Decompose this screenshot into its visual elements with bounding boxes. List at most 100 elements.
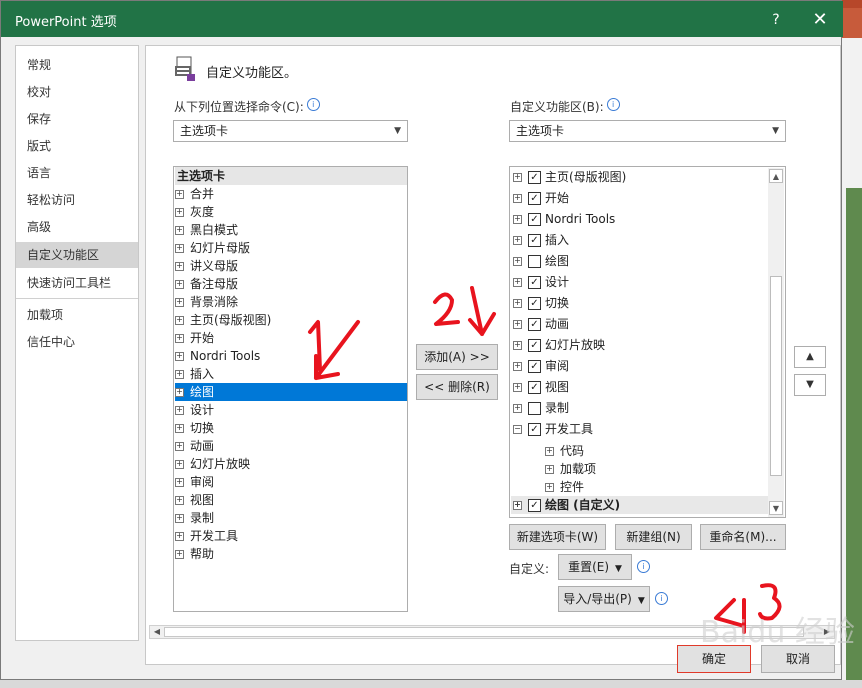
tree-item[interactable]: + ✓ 设计	[513, 273, 569, 291]
list-item[interactable]: + 开始	[175, 329, 214, 347]
checkbox[interactable]: ✓	[528, 423, 541, 436]
expand-icon[interactable]: +	[545, 483, 554, 492]
expand-icon[interactable]: +	[175, 424, 184, 433]
expand-icon[interactable]: +	[513, 320, 522, 329]
expand-icon[interactable]: +	[175, 532, 184, 541]
close-button[interactable]: ✕	[807, 7, 833, 33]
ribbon-tree[interactable]: + ✓ 主页(母版视图) + ✓ 开始 + ✓ Nordri Tools + ✓ 插入 + 绘图 …	[509, 166, 786, 518]
tree-item[interactable]: + ✓ 开始	[513, 189, 569, 207]
expand-icon[interactable]: +	[513, 215, 522, 224]
expand-icon[interactable]: +	[175, 262, 184, 271]
expand-icon[interactable]: +	[545, 465, 554, 474]
expand-icon[interactable]: +	[175, 406, 184, 415]
horizontal-scrollbar[interactable]: ◀ ▶	[149, 625, 835, 639]
checkbox[interactable]: ✓	[528, 339, 541, 352]
list-item[interactable]: + 背景消除	[175, 293, 238, 311]
tree-subitem[interactable]: + 代码	[545, 442, 584, 460]
sidebar-item-layout[interactable]: 版式	[16, 133, 138, 159]
expand-icon[interactable]: +	[175, 514, 184, 523]
add-button[interactable]: 添加(A) >>	[416, 344, 498, 370]
list-item[interactable]: + 帮助	[175, 545, 214, 563]
list-item[interactable]: + 合并	[175, 185, 214, 203]
expand-icon[interactable]: +	[513, 362, 522, 371]
scroll-right-icon[interactable]: ▶	[821, 626, 833, 638]
checkbox[interactable]: ✓	[528, 171, 541, 184]
list-item[interactable]: + 审阅	[175, 473, 214, 491]
scroll-left-icon[interactable]: ◀	[151, 626, 163, 638]
expand-icon[interactable]: +	[513, 299, 522, 308]
expand-icon[interactable]: +	[175, 352, 184, 361]
list-item[interactable]: + 录制	[175, 509, 214, 527]
expand-icon[interactable]: +	[175, 550, 184, 559]
list-item[interactable]: + 黑白模式	[175, 221, 238, 239]
list-item[interactable]: + 备注母版	[175, 275, 238, 293]
tree-item[interactable]: + ✓ 主页(母版视图)	[513, 168, 626, 186]
expand-icon[interactable]: +	[175, 334, 184, 343]
import-export-button[interactable]: 导入/导出(P) ▼	[558, 586, 650, 612]
remove-button[interactable]: << 删除(R)	[416, 374, 498, 400]
expand-icon[interactable]: +	[175, 442, 184, 451]
expand-icon[interactable]: +	[175, 244, 184, 253]
list-item[interactable]: + 主页(母版视图)	[175, 311, 271, 329]
list-item[interactable]: + Nordri Tools	[175, 347, 260, 365]
rename-button[interactable]: 重命名(M)...	[700, 524, 786, 550]
expand-icon[interactable]: +	[513, 404, 522, 413]
checkbox[interactable]: ✓	[528, 276, 541, 289]
tree-item[interactable]: + 绘图	[513, 252, 569, 270]
tree-scrollbar[interactable]: ▲ ▼	[768, 168, 784, 517]
list-item[interactable]: + 插入	[175, 365, 214, 383]
checkbox[interactable]	[528, 402, 541, 415]
list-item[interactable]: + 讲义母版	[175, 257, 238, 275]
tree-item[interactable]: + ✓ 切换	[513, 294, 569, 312]
reset-button[interactable]: 重置(E) ▼	[558, 554, 632, 580]
expand-icon[interactable]: +	[513, 194, 522, 203]
expand-icon[interactable]: +	[175, 478, 184, 487]
list-item[interactable]: + 动画	[175, 437, 214, 455]
tree-subitem[interactable]: + 加载项	[545, 460, 596, 478]
expand-icon[interactable]: +	[513, 173, 522, 182]
expand-icon[interactable]: +	[175, 370, 184, 379]
checkbox[interactable]: ✓	[528, 499, 541, 512]
list-item[interactable]: + 开发工具	[175, 527, 238, 545]
tree-item[interactable]: + ✓ 视图	[513, 378, 569, 396]
tree-item[interactable]: − ✓ 开发工具	[513, 420, 593, 438]
scroll-thumb[interactable]	[164, 627, 804, 637]
new-group-button[interactable]: 新建组(N)	[615, 524, 692, 550]
expand-icon[interactable]: +	[175, 190, 184, 199]
checkbox[interactable]: ✓	[528, 297, 541, 310]
choose-commands-dropdown[interactable]: 主选项卡 ▼	[173, 120, 408, 142]
collapse-icon[interactable]: −	[513, 425, 522, 434]
scroll-down-icon[interactable]: ▼	[769, 501, 783, 515]
tree-item[interactable]: + ✓ 审阅	[513, 357, 569, 375]
scroll-thumb[interactable]	[770, 276, 782, 476]
sidebar-item-accessibility[interactable]: 轻松访问	[16, 187, 138, 213]
sidebar-item-trust-center[interactable]: 信任中心	[16, 329, 138, 355]
tree-subitem[interactable]: + 控件	[545, 478, 584, 496]
list-item-selected[interactable]: + 绘图	[175, 383, 407, 401]
checkbox[interactable]: ✓	[528, 192, 541, 205]
sidebar-item-general[interactable]: 常规	[16, 52, 138, 78]
expand-icon[interactable]: +	[513, 383, 522, 392]
expand-icon[interactable]: +	[175, 208, 184, 217]
sidebar-item-customize-ribbon[interactable]: 自定义功能区	[16, 242, 138, 268]
commands-list[interactable]: 主选项卡 + 合并 + 灰度 + 黑白模式 + 幻灯片母版 + 讲义母版 + 备注母版 + 背…	[173, 166, 408, 612]
checkbox[interactable]: ✓	[528, 213, 541, 226]
ok-button[interactable]: 确定	[677, 645, 751, 673]
expand-icon[interactable]: +	[545, 447, 554, 456]
checkbox[interactable]: ✓	[528, 381, 541, 394]
expand-icon[interactable]: +	[175, 388, 184, 397]
expand-icon[interactable]: +	[513, 257, 522, 266]
cancel-button[interactable]: 取消	[761, 645, 835, 673]
expand-icon[interactable]: +	[175, 316, 184, 325]
new-tab-button[interactable]: 新建选项卡(W)	[509, 524, 606, 550]
expand-icon[interactable]: +	[513, 278, 522, 287]
expand-icon[interactable]: +	[175, 298, 184, 307]
tree-item[interactable]: + ✓ 动画	[513, 315, 569, 333]
sidebar-item-advanced[interactable]: 高级	[16, 214, 138, 240]
expand-icon[interactable]: +	[175, 460, 184, 469]
tree-item[interactable]: + ✓ Nordri Tools	[513, 210, 615, 228]
tree-item-highlighted[interactable]: + ✓ 绘图 (自定义)	[511, 496, 769, 514]
list-item[interactable]: + 切换	[175, 419, 214, 437]
expand-icon[interactable]: +	[513, 236, 522, 245]
list-item[interactable]: + 视图	[175, 491, 214, 509]
